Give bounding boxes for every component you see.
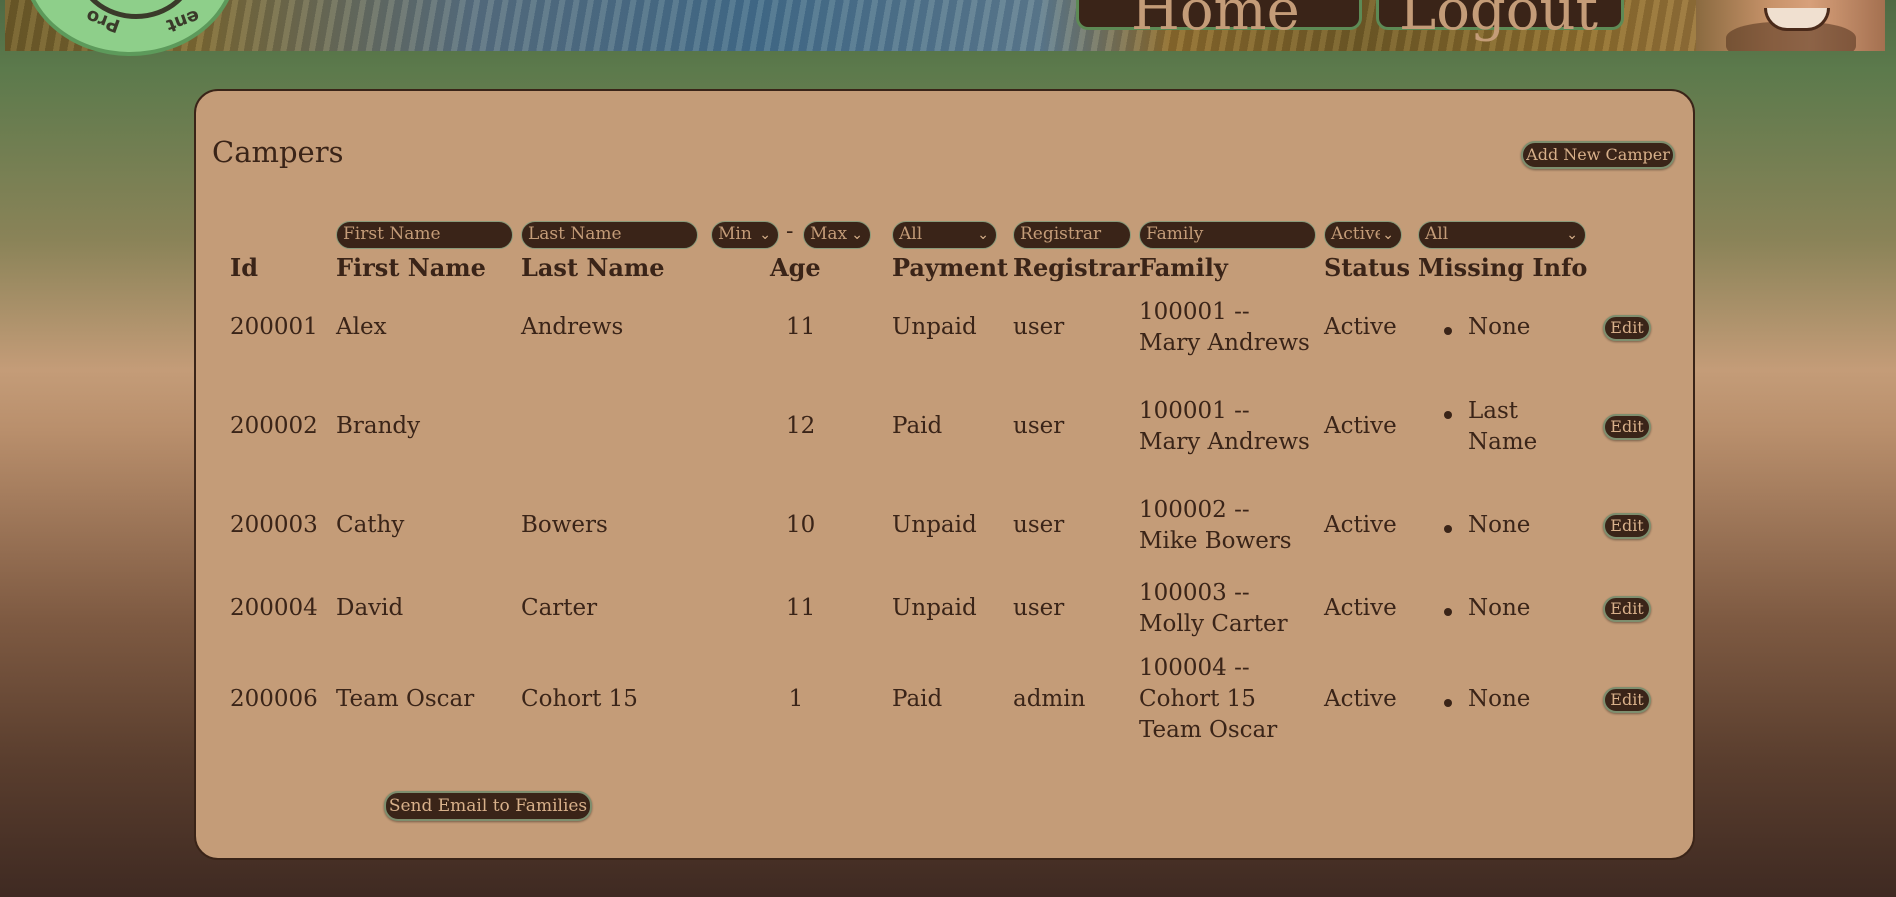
- chevron-down-icon: ⌄: [851, 227, 863, 243]
- cell-last-name: Cohort 15: [521, 686, 638, 712]
- cell-first-name: Alex: [336, 314, 387, 340]
- column-header-status: Status: [1324, 253, 1411, 282]
- chevron-down-icon: ⌄: [1566, 227, 1578, 243]
- cell-age: 11: [786, 314, 816, 340]
- cell-last-name: Carter: [521, 595, 598, 621]
- bullet-icon: [1444, 525, 1452, 533]
- logout-label: Logout: [1399, 0, 1599, 43]
- cell-family-line-1: 100001 --: [1139, 299, 1250, 325]
- edit-button[interactable]: Edit: [1603, 315, 1651, 341]
- cell-id: 200001: [230, 314, 318, 340]
- last-name-filter-input[interactable]: Last Name: [521, 221, 698, 249]
- cell-family-line-1: 100004 --: [1139, 655, 1250, 681]
- cell-age: 10: [786, 512, 816, 538]
- cell-family-line-3: Team Oscar: [1139, 717, 1278, 743]
- cell-first-name: David: [336, 595, 404, 621]
- edit-button[interactable]: Edit: [1603, 513, 1651, 539]
- cell-payment: Unpaid: [892, 314, 977, 340]
- column-header-id: Id: [230, 253, 259, 282]
- age-min-select[interactable]: Min ⌄: [711, 221, 779, 249]
- cell-status: Active: [1324, 314, 1397, 340]
- bullet-icon: [1444, 699, 1452, 707]
- cell-payment: Unpaid: [892, 595, 977, 621]
- cell-first-name: Team Oscar: [336, 686, 475, 712]
- cell-registrar: user: [1013, 314, 1065, 340]
- column-header-first-name: First Name: [336, 253, 486, 282]
- family-filter-input[interactable]: Family: [1139, 221, 1316, 249]
- chevron-down-icon: ⌄: [977, 227, 989, 243]
- cell-last-name: Andrews: [521, 314, 624, 340]
- home-label: Home: [1131, 0, 1300, 43]
- edit-button[interactable]: Edit: [1603, 596, 1651, 622]
- cell-registrar: admin: [1013, 686, 1086, 712]
- cell-family-line-2: Molly Carter: [1139, 611, 1288, 637]
- column-header-registrar: Registrar: [1013, 253, 1140, 282]
- age-max-value: Max: [810, 224, 848, 244]
- cell-age: 11: [786, 595, 816, 621]
- home-button[interactable]: Home: [1076, 0, 1362, 43]
- cell-payment: Paid: [892, 686, 943, 712]
- cell-id: 200002: [230, 413, 318, 439]
- age-max-select[interactable]: Max ⌄: [803, 221, 871, 249]
- campers-panel: Campers Add New Camper First Name Last N…: [194, 89, 1695, 860]
- column-header-payment: Payment: [892, 253, 1009, 282]
- registrar-filter-input[interactable]: Registrar: [1013, 221, 1131, 249]
- cell-payment: Unpaid: [892, 512, 977, 538]
- cell-missing-info-line-1: Last: [1468, 398, 1519, 424]
- cell-status: Active: [1324, 686, 1397, 712]
- cell-status: Active: [1324, 595, 1397, 621]
- cell-payment: Paid: [892, 413, 943, 439]
- cell-family-line-2: Mary Andrews: [1139, 429, 1310, 455]
- bullet-icon: [1444, 327, 1452, 335]
- edit-button[interactable]: Edit: [1603, 687, 1651, 713]
- cell-family-line-2: Mary Andrews: [1139, 330, 1310, 356]
- status-filter-value: Active: [1331, 224, 1385, 244]
- cell-family-line-2: Mike Bowers: [1139, 528, 1292, 554]
- cell-registrar: user: [1013, 595, 1065, 621]
- status-filter-select[interactable]: Active ⌄: [1324, 221, 1402, 249]
- edit-button[interactable]: Edit: [1603, 414, 1651, 440]
- cell-id: 200006: [230, 686, 318, 712]
- cell-missing-info: None: [1468, 314, 1531, 340]
- bullet-icon: [1444, 608, 1452, 616]
- page-title: Campers: [212, 135, 344, 169]
- bullet-icon: [1444, 411, 1452, 419]
- cell-family-line-1: 100002 --: [1139, 497, 1250, 523]
- send-email-button[interactable]: Send Email to Families: [384, 791, 592, 821]
- column-header-last-name: Last Name: [521, 253, 665, 282]
- column-header-family: Family: [1139, 253, 1228, 282]
- cell-family-line-1: 100003 --: [1139, 580, 1250, 606]
- cell-status: Active: [1324, 512, 1397, 538]
- cell-family-line-2: Cohort 15: [1139, 686, 1256, 712]
- cell-family-line-1: 100001 --: [1139, 398, 1250, 424]
- cell-first-name: Brandy: [336, 413, 421, 439]
- logout-button[interactable]: Logout: [1376, 0, 1624, 43]
- chevron-down-icon: ⌄: [1380, 223, 1394, 248]
- age-range-separator: -: [786, 219, 794, 244]
- add-camper-button[interactable]: Add New Camper: [1521, 141, 1675, 169]
- cell-age: 12: [786, 413, 816, 439]
- column-header-age: Age: [770, 253, 821, 282]
- cell-registrar: user: [1013, 512, 1065, 538]
- avatar[interactable]: [1696, 0, 1885, 51]
- payment-filter-value: All: [899, 224, 923, 244]
- first-name-filter-input[interactable]: First Name: [336, 221, 513, 249]
- age-min-value: Min: [718, 224, 752, 244]
- cell-id: 200004: [230, 595, 318, 621]
- cell-id: 200003: [230, 512, 318, 538]
- payment-filter-select[interactable]: All ⌄: [892, 221, 997, 249]
- cell-missing-info-line-2: Name: [1468, 429, 1538, 455]
- missing-info-filter-select[interactable]: All ⌄: [1418, 221, 1586, 249]
- chevron-down-icon: ⌄: [759, 227, 771, 243]
- cell-missing-info: None: [1468, 595, 1531, 621]
- cell-registrar: user: [1013, 413, 1065, 439]
- missing-info-filter-value: All: [1425, 224, 1449, 244]
- cell-last-name: Bowers: [521, 512, 608, 538]
- cell-first-name: Cathy: [336, 512, 405, 538]
- cell-age: 1: [788, 686, 804, 712]
- cell-missing-info: None: [1468, 686, 1531, 712]
- column-header-missing-info: Missing Info: [1418, 253, 1588, 282]
- cell-missing-info: None: [1468, 512, 1531, 538]
- cell-status: Active: [1324, 413, 1397, 439]
